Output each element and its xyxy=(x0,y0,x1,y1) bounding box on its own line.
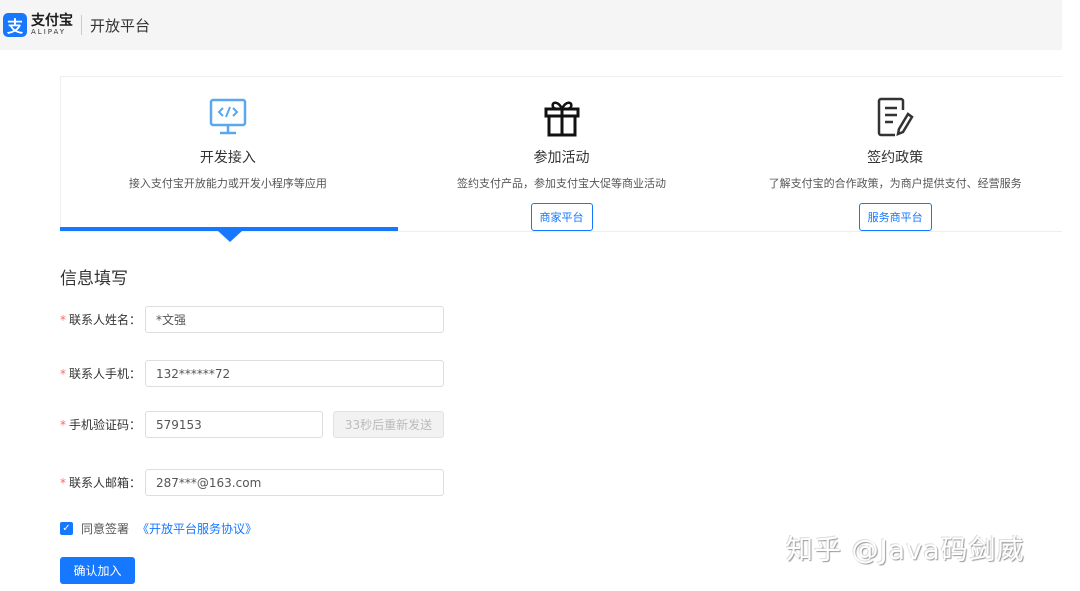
field-phone: * 联系人手机： 132******72 xyxy=(60,360,444,387)
required-mark: * xyxy=(60,418,66,432)
field-label: * 联系人手机： xyxy=(60,365,145,382)
code-monitor-icon xyxy=(208,95,248,139)
required-mark: * xyxy=(60,367,66,381)
field-name: * 联系人姓名： *文强 xyxy=(60,306,444,333)
alipay-logo-text: 支付宝 ALIPAY xyxy=(31,14,73,36)
label-text: 联系人姓名： xyxy=(69,313,142,327)
card-policy[interactable]: 签约政策 了解支付宝的合作政策，为商户提供支付、经营服务 服务商平台 xyxy=(728,77,1062,231)
card-title: 参加活动 xyxy=(533,150,590,166)
card-desc: 了解支付宝的合作政策，为商户提供支付、经营服务 xyxy=(768,177,1022,190)
gift-icon xyxy=(543,95,581,139)
contact-name-input[interactable]: *文强 xyxy=(145,306,444,333)
card-activity[interactable]: 参加活动 签约支付产品，参加支付宝大促等商业活动 商家平台 xyxy=(395,77,729,231)
contact-email-input[interactable]: 287***@163.com xyxy=(145,469,444,496)
divider xyxy=(81,15,82,35)
active-tab-arrow xyxy=(218,231,242,242)
label-text: 联系人邮箱： xyxy=(69,476,142,490)
merchant-platform-button[interactable]: 商家平台 xyxy=(530,203,593,231)
field-code: * 手机验证码： 579153 33秒后重新发送 xyxy=(60,411,444,438)
required-mark: * xyxy=(60,313,66,327)
confirm-join-button[interactable]: 确认加入 xyxy=(60,557,135,584)
field-email: * 联系人邮箱： 287***@163.com xyxy=(60,469,444,496)
card-title: 签约政策 xyxy=(867,150,924,166)
alipay-logo-icon[interactable]: 支 xyxy=(3,13,27,37)
agreement-row: ✓ 同意签署 《开放平台服务协议》 xyxy=(60,520,257,537)
field-label: * 联系人姓名： xyxy=(60,311,145,328)
category-cards: 开发接入 接入支付宝开放能力或开发小程序等应用 参加活动 签约支付产品，参加支付… xyxy=(60,76,1062,232)
label-text: 手机验证码： xyxy=(69,418,142,432)
agreement-link[interactable]: 《开放平台服务协议》 xyxy=(137,520,257,537)
agree-checkbox[interactable]: ✓ xyxy=(60,522,73,535)
card-desc: 签约支付产品，参加支付宝大促等商业活动 xyxy=(457,177,666,190)
card-develop[interactable]: 开发接入 接入支付宝开放能力或开发小程序等应用 xyxy=(61,77,395,231)
top-bar: 支 支付宝 ALIPAY 开放平台 xyxy=(0,0,1062,50)
resend-code-button[interactable]: 33秒后重新发送 xyxy=(333,411,444,438)
field-label: * 联系人邮箱： xyxy=(60,474,145,491)
label-text: 联系人手机： xyxy=(69,367,142,381)
agree-text: 同意签署 xyxy=(81,522,130,536)
card-desc: 接入支付宝开放能力或开发小程序等应用 xyxy=(128,177,327,190)
logo-cn: 支付宝 xyxy=(31,13,73,29)
contact-phone-input[interactable]: 132******72 xyxy=(145,360,444,387)
required-mark: * xyxy=(60,476,66,490)
logo-en: ALIPAY xyxy=(31,28,67,36)
card-title: 开发接入 xyxy=(199,150,256,166)
watermark: 知乎 @Java码剑威 xyxy=(786,535,1025,566)
platform-title: 开放平台 xyxy=(90,16,151,35)
section-title: 信息填写 xyxy=(60,269,128,289)
field-label: * 手机验证码： xyxy=(60,416,145,433)
verification-code-input[interactable]: 579153 xyxy=(145,411,323,438)
document-edit-icon xyxy=(875,95,915,139)
service-provider-platform-button[interactable]: 服务商平台 xyxy=(858,203,932,231)
